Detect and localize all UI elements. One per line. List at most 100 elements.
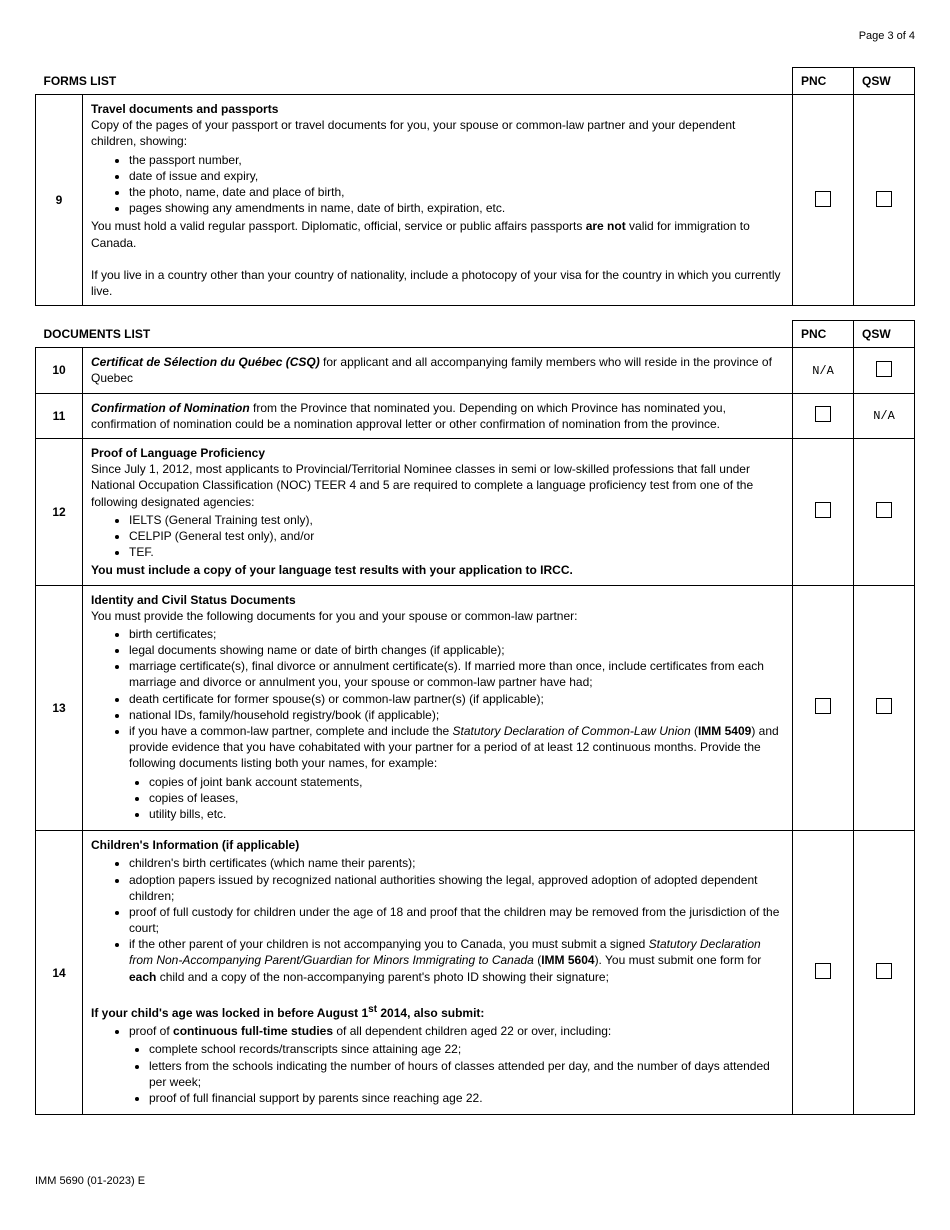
row-11-num: 11 [36,393,83,438]
col-qsw: QSW [854,68,915,95]
row-12-title: Proof of Language Proficiency [91,446,265,460]
footer-code: IMM 5690 (01-2023) E [35,1175,915,1187]
row-13-b5: national IDs, family/household registry/… [129,707,784,723]
documents-list-header: DOCUMENTS LIST [36,321,793,348]
checkbox-icon [815,502,831,518]
row-14-b3: proof of full custody for children under… [129,904,784,936]
row-9-title: Travel documents and passports [91,102,278,116]
row-10-desc: Certificat de Sélection du Québec (CSQ) … [83,348,793,393]
row-9-desc: Travel documents and passports Copy of t… [83,95,793,306]
row-10-num: 10 [36,348,83,393]
row-13-desc: Identity and Civil Status Documents You … [83,585,793,831]
text: proof of [129,1024,173,1038]
row-12-num: 12 [36,439,83,586]
row-14-desc: Children's Information (if applicable) c… [83,831,793,1115]
row-9-b3: the photo, name, date and place of birth… [129,184,784,200]
row-14-qsw[interactable] [854,831,915,1115]
row-10: 10 Certificat de Sélection du Québec (CS… [36,348,915,393]
row-10-qsw[interactable] [854,348,915,393]
row-12-p2: You must include a copy of your language… [91,563,573,577]
row-9-p2a: You must hold a valid regular passport. … [91,219,586,233]
row-14-b1: children's birth certificates (which nam… [129,855,784,871]
row-13-b4: death certificate for former spouse(s) o… [129,691,784,707]
row-14: 14 Children's Information (if applicable… [36,831,915,1115]
row-11-title: Confirmation of Nomination [91,401,250,415]
checkbox-icon [876,361,892,377]
col-qsw: QSW [854,321,915,348]
na-text: N/A [873,409,895,423]
row-13-s2: copies of leases, [149,790,784,806]
row-13-b2: legal documents showing name or date of … [129,642,784,658]
row-9-pnc[interactable] [793,95,854,306]
checkbox-icon [815,698,831,714]
row-9-p3: If you live in a country other than your… [91,268,780,298]
row-14-p2a: If your child's age was locked in before… [91,1006,368,1020]
text: if the other parent of your children is … [129,937,649,951]
row-14-s3: proof of full financial support by paren… [149,1090,784,1106]
row-11: 11 Confirmation of Nomination from the P… [36,393,915,438]
checkbox-icon [876,963,892,979]
row-13-s1: copies of joint bank account statements, [149,774,784,790]
row-9-qsw[interactable] [854,95,915,306]
row-14-pnc[interactable] [793,831,854,1115]
row-14-p2sup: st [368,1004,377,1015]
row-14-s2: letters from the schools indicating the … [149,1058,784,1090]
row-14-p2b: 2014, also submit: [377,1006,484,1020]
text: IMM 5604 [541,953,594,967]
text: IMM 5409 [698,724,751,738]
text: Statutory Declaration of Common-Law Unio… [453,724,691,738]
row-14-b4: if the other parent of your children is … [129,936,784,985]
row-14-c1: proof of continuous full-time studies of… [129,1023,784,1039]
row-9: 9 Travel documents and passports Copy of… [36,95,915,306]
row-13-qsw[interactable] [854,585,915,831]
checkbox-icon [876,191,892,207]
checkbox-icon [815,191,831,207]
text: ). You must submit one form for [595,953,762,967]
row-11-pnc[interactable] [793,393,854,438]
row-9-p2b: are not [586,219,626,233]
checkbox-icon [815,406,831,422]
forms-list-table: FORMS LIST PNC QSW 9 Travel documents an… [35,67,915,306]
row-12-b2: CELPIP (General test only), and/or [129,528,784,544]
checkbox-icon [876,698,892,714]
row-10-pnc: N/A [793,348,854,393]
text: if you have a common-law partner, comple… [129,724,453,738]
col-pnc: PNC [793,321,854,348]
row-13: 13 Identity and Civil Status Documents Y… [36,585,915,831]
row-12-b1: IELTS (General Training test only), [129,512,784,528]
checkbox-icon [876,502,892,518]
row-12-pnc[interactable] [793,439,854,586]
row-12-p1: Since July 1, 2012, most applicants to P… [91,462,753,508]
row-14-title: Children's Information (if applicable) [91,838,299,852]
row-13-b3: marriage certificate(s), final divorce o… [129,658,784,690]
row-9-b4: pages showing any amendments in name, da… [129,200,784,216]
row-9-b2: date of issue and expiry, [129,168,784,184]
row-13-b1: birth certificates; [129,626,784,642]
text: child and a copy of the non-accompanying… [156,970,609,984]
forms-list-header: FORMS LIST [36,68,793,95]
col-pnc: PNC [793,68,854,95]
row-11-qsw: N/A [854,393,915,438]
na-text: N/A [812,364,834,378]
checkbox-icon [815,963,831,979]
text: continuous full-time studies [173,1024,333,1038]
row-13-pnc[interactable] [793,585,854,831]
row-12: 12 Proof of Language Proficiency Since J… [36,439,915,586]
text: ( [691,724,698,738]
row-12-qsw[interactable] [854,439,915,586]
row-13-p1: You must provide the following documents… [91,609,577,623]
row-9-num: 9 [36,95,83,306]
row-13-title: Identity and Civil Status Documents [91,593,296,607]
row-11-desc: Confirmation of Nomination from the Prov… [83,393,793,438]
row-10-title: Certificat de Sélection du Québec (CSQ) [91,355,320,369]
text: of all dependent children aged 22 or ove… [333,1024,611,1038]
text: each [129,970,156,984]
row-13-b6: if you have a common-law partner, comple… [129,723,784,772]
row-9-b1: the passport number, [129,152,784,168]
row-12-b3: TEF. [129,544,784,560]
row-9-intro: Copy of the pages of your passport or tr… [91,118,735,148]
row-13-s3: utility bills, etc. [149,806,784,822]
page-number: Page 3 of 4 [35,30,915,42]
row-14-b2: adoption papers issued by recognized nat… [129,872,784,904]
row-13-num: 13 [36,585,83,831]
